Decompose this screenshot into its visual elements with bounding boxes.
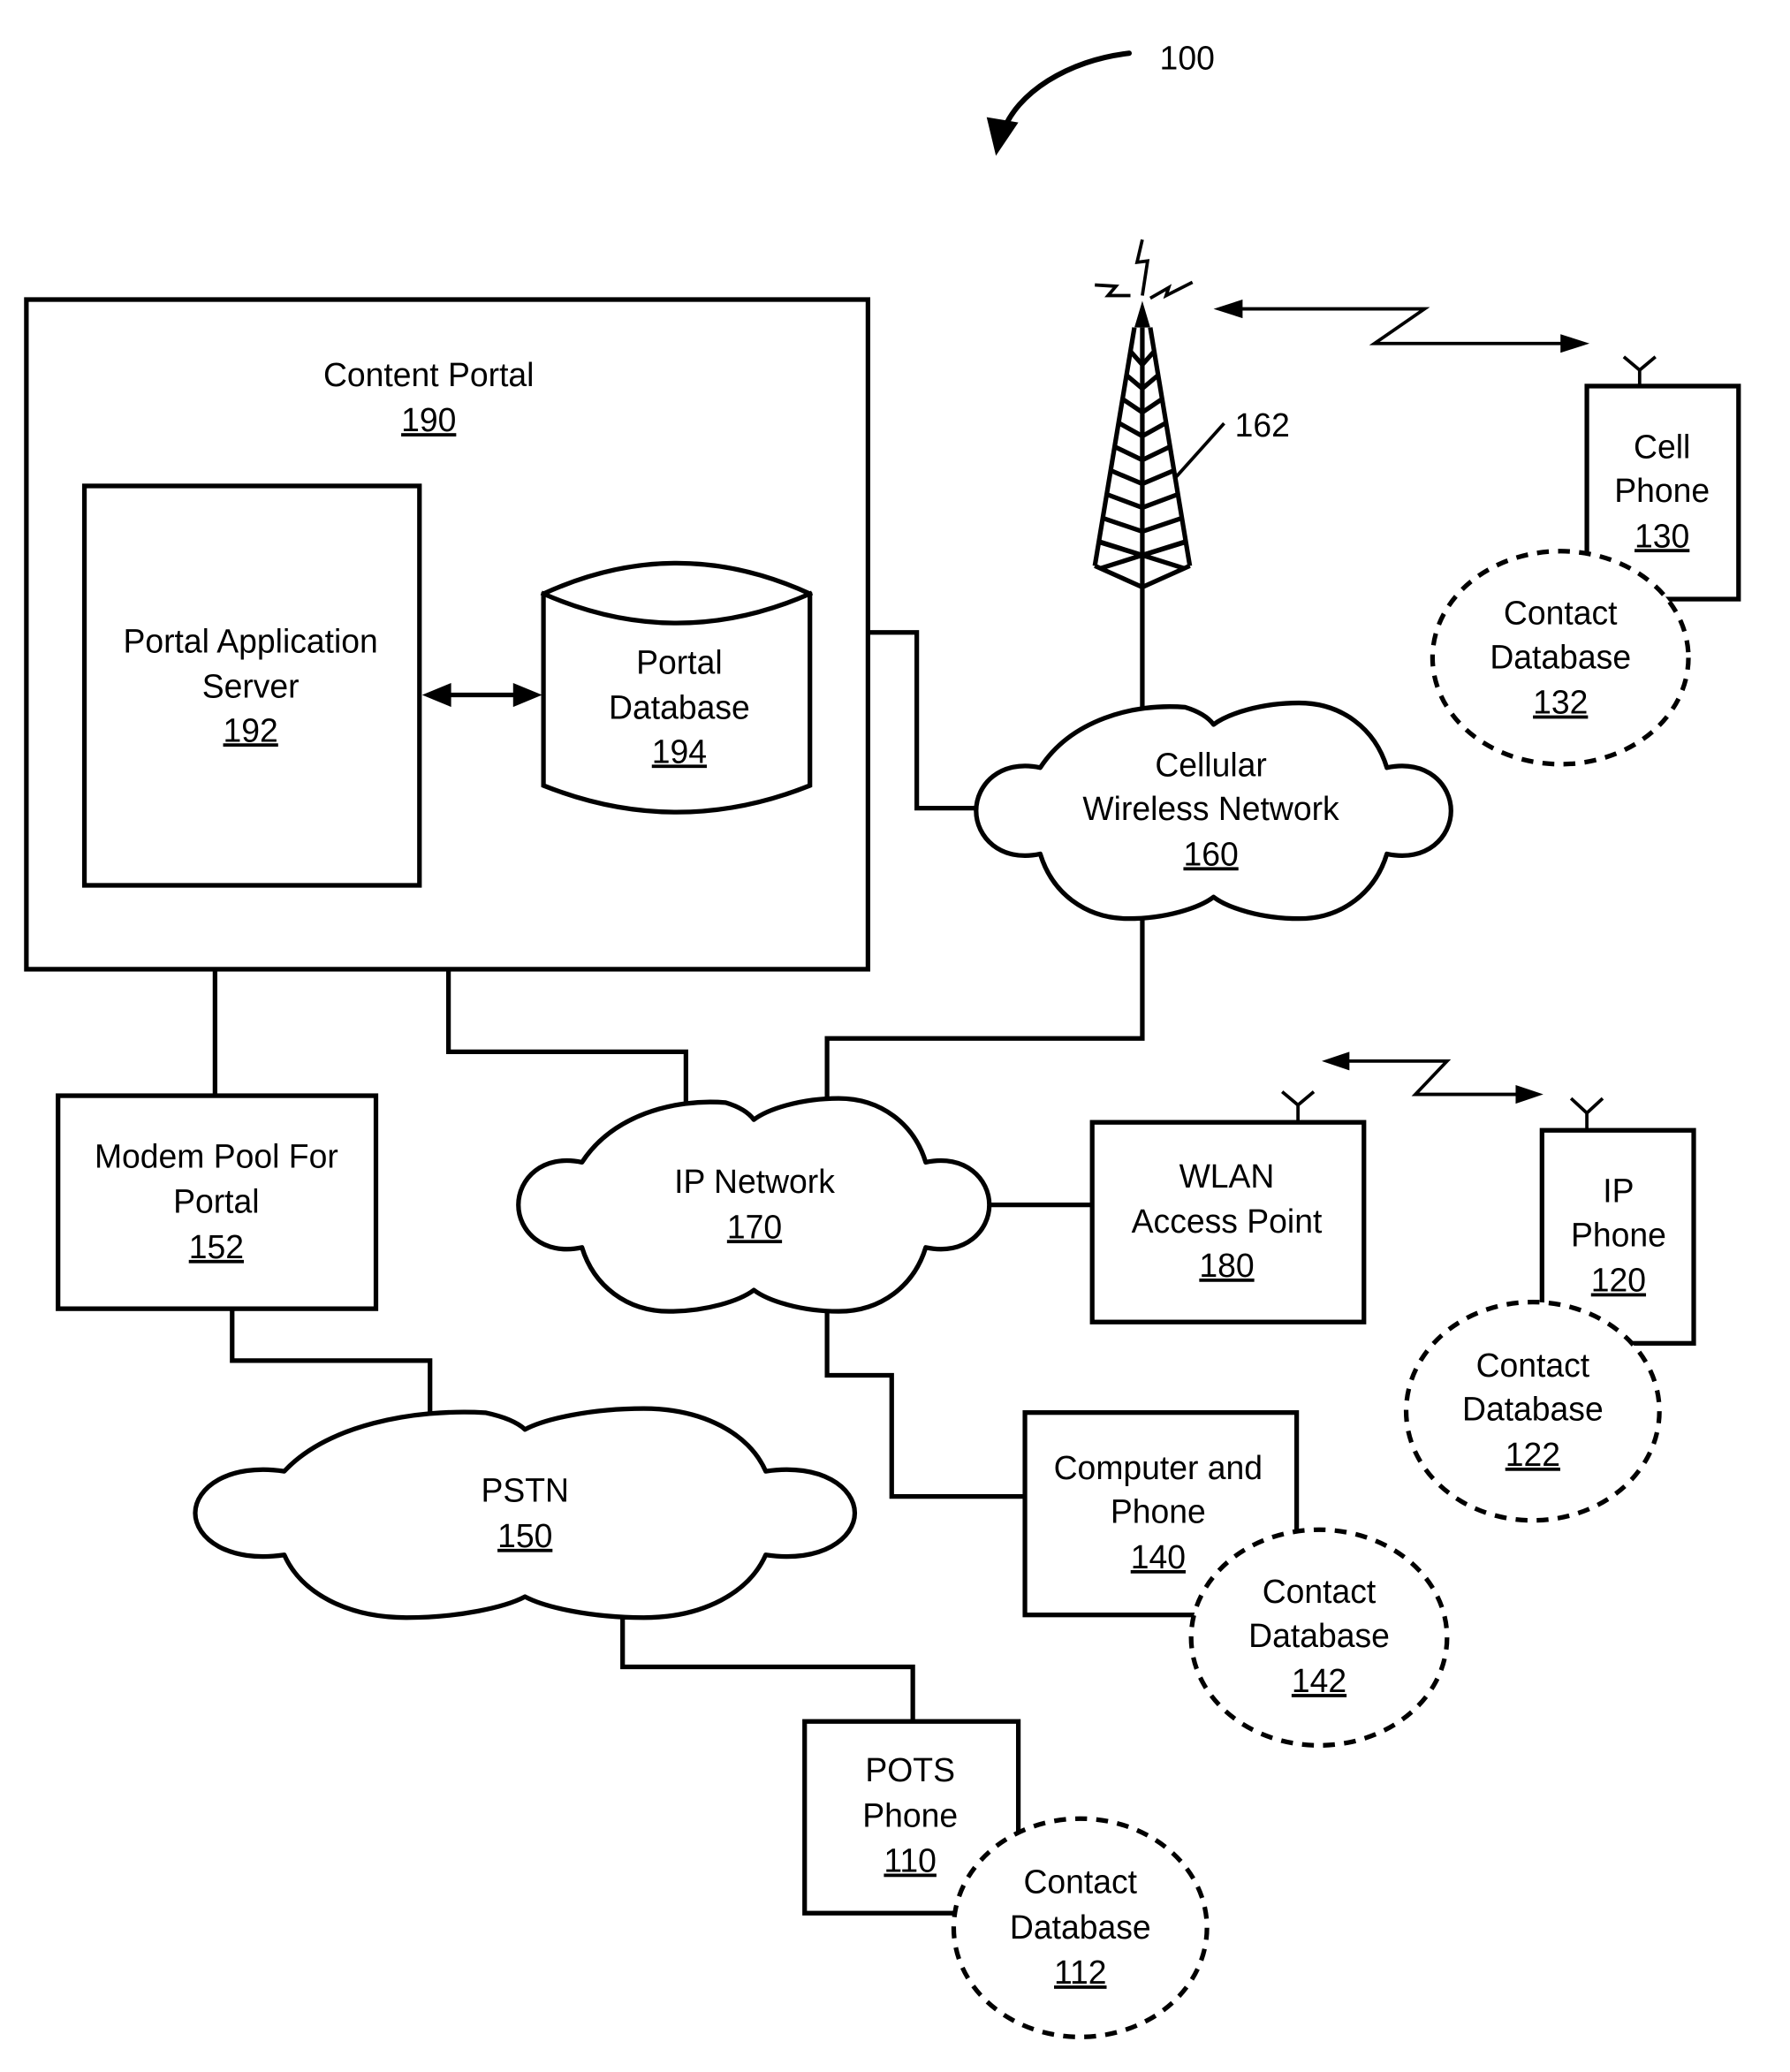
computer-and-phone-ref: 140 bbox=[1131, 1538, 1186, 1575]
computer-and-phone-line2: Phone bbox=[1111, 1493, 1206, 1530]
portal-app-server-line2: Server bbox=[202, 667, 300, 704]
ip-phone-line2: Phone bbox=[1571, 1216, 1666, 1253]
wlan-line2: Access Point bbox=[1132, 1203, 1323, 1240]
wireless-link-cellular bbox=[1213, 300, 1590, 353]
figure-ref-arrow bbox=[999, 50, 1132, 136]
figure-ref-label: 100 bbox=[1160, 39, 1215, 76]
modem-pool-line1: Modem Pool For bbox=[95, 1137, 338, 1174]
contact-database-122[interactable]: Contact Database 122 bbox=[1403, 1299, 1662, 1523]
network-diagram: 100 Content Portal 190 Portal Applicatio… bbox=[0, 0, 1790, 2068]
wlan-antenna-icon bbox=[1281, 1090, 1316, 1108]
wlan-access-point[interactable]: WLAN Access Point 180 bbox=[1089, 1090, 1367, 1324]
figure-ref-group: 100 bbox=[986, 39, 1215, 156]
contact-database-132-line2: Database bbox=[1490, 638, 1631, 675]
ip-phone-line1: IP bbox=[1603, 1172, 1634, 1209]
pots-phone-ref: 110 bbox=[884, 1841, 936, 1878]
pstn[interactable]: PSTN 150 bbox=[193, 1406, 858, 1620]
contact-database-142[interactable]: Contact Database 142 bbox=[1188, 1527, 1450, 1749]
wireless-link-cellular-line bbox=[1233, 307, 1570, 345]
wireless-link-wlan-line bbox=[1339, 1059, 1525, 1097]
tower-signal-right-icon bbox=[1149, 280, 1194, 300]
pots-phone-line2: Phone bbox=[862, 1796, 958, 1833]
pstn-line1: PSTN bbox=[481, 1471, 569, 1508]
ip-network-ref: 170 bbox=[727, 1208, 782, 1245]
cell-tower-icon: 162 bbox=[1092, 239, 1290, 590]
tower-spire bbox=[1134, 300, 1150, 328]
portal-app-server-line1: Portal Application bbox=[124, 622, 378, 659]
contact-database-112-line1: Contact bbox=[1023, 1863, 1137, 1900]
cellular-network-line2: Wireless Network bbox=[1082, 790, 1339, 827]
cell-phone-antenna-icon bbox=[1622, 355, 1657, 373]
contact-database-142-line2: Database bbox=[1248, 1617, 1390, 1654]
wlan-ref: 180 bbox=[1199, 1247, 1254, 1284]
content-portal-title: Content Portal bbox=[323, 356, 535, 393]
contact-database-112[interactable]: Contact Database 112 bbox=[951, 1816, 1210, 2039]
contact-database-122-line2: Database bbox=[1462, 1391, 1604, 1428]
link-pstn-pots bbox=[620, 1613, 915, 1724]
pstn-ref: 150 bbox=[497, 1517, 552, 1554]
cellular-wireless-network[interactable]: Cellular Wireless Network 160 bbox=[974, 700, 1453, 922]
cellular-network-ref: 160 bbox=[1183, 835, 1238, 872]
contact-database-132[interactable]: Contact Database 132 bbox=[1430, 549, 1691, 767]
ip-network-line1: IP Network bbox=[674, 1163, 835, 1200]
ip-phone-ref: 120 bbox=[1591, 1261, 1646, 1298]
modem-pool-line2: Portal bbox=[173, 1183, 259, 1220]
pots-phone-line1: POTS bbox=[865, 1751, 955, 1788]
content-portal-ref: 190 bbox=[401, 401, 456, 438]
pstn-cloud bbox=[193, 1406, 858, 1620]
cell-phone-line2: Phone bbox=[1614, 472, 1710, 509]
wireless-link-wlan bbox=[1321, 1051, 1543, 1104]
tower-ref-label: 162 bbox=[1235, 406, 1290, 444]
wireless-link-wlan-arrowhead-left bbox=[1321, 1051, 1350, 1071]
ip-phone-antenna-icon bbox=[1569, 1097, 1604, 1116]
portal-database-line2: Database bbox=[609, 688, 750, 725]
portal-database[interactable]: Portal Database 194 bbox=[540, 560, 814, 815]
contact-database-122-line1: Contact bbox=[1476, 1347, 1590, 1384]
contact-database-142-ref: 142 bbox=[1292, 1662, 1346, 1699]
portal-app-server-ref: 192 bbox=[224, 711, 278, 748]
cellular-network-line1: Cellular bbox=[1155, 746, 1266, 783]
contact-database-132-ref: 132 bbox=[1533, 683, 1588, 720]
portal-database-line1: Portal bbox=[636, 643, 722, 680]
diagram-canvas: 100 Content Portal 190 Portal Applicatio… bbox=[24, 39, 1741, 2039]
figure-ref-arrowhead bbox=[986, 117, 1019, 156]
tower-signal-left-icon bbox=[1095, 283, 1131, 298]
wlan-line1: WLAN bbox=[1179, 1157, 1275, 1195]
contact-database-142-line1: Contact bbox=[1263, 1573, 1377, 1610]
link-modem-pstn bbox=[230, 1306, 433, 1414]
cell-phone-ref: 130 bbox=[1635, 517, 1689, 554]
ip-network[interactable]: IP Network 170 bbox=[516, 1096, 992, 1314]
contact-database-112-ref: 112 bbox=[1054, 1954, 1106, 1991]
contact-database-122-ref: 122 bbox=[1506, 1436, 1560, 1473]
contact-database-112-line2: Database bbox=[1010, 1909, 1151, 1946]
wireless-link-cellular-arrowhead-right bbox=[1560, 334, 1590, 353]
portal-app-server[interactable]: Portal Application Server 192 bbox=[81, 483, 422, 888]
link-ip-computer bbox=[824, 1306, 1028, 1499]
tower-ref-leader bbox=[1172, 421, 1225, 481]
modem-pool[interactable]: Modem Pool For Portal 152 bbox=[56, 1093, 379, 1311]
wireless-link-cellular-arrowhead-left bbox=[1213, 300, 1243, 319]
tower-lattice bbox=[1092, 327, 1193, 590]
cell-phone-line1: Cell bbox=[1634, 428, 1690, 465]
computer-and-phone-line1: Computer and bbox=[1054, 1449, 1263, 1486]
ip-network-cloud bbox=[516, 1096, 992, 1314]
wireless-link-wlan-arrowhead-right bbox=[1515, 1085, 1543, 1104]
modem-pool-ref: 152 bbox=[189, 1228, 244, 1265]
portal-database-cylinder bbox=[541, 560, 813, 815]
link-portal-ip bbox=[446, 967, 688, 1104]
link-cellular-ip bbox=[824, 914, 1145, 1104]
portal-database-ref: 194 bbox=[652, 732, 707, 770]
tower-signal-top-icon bbox=[1134, 239, 1150, 296]
contact-database-132-line1: Contact bbox=[1504, 595, 1618, 632]
link-portal-cellular bbox=[865, 630, 982, 811]
